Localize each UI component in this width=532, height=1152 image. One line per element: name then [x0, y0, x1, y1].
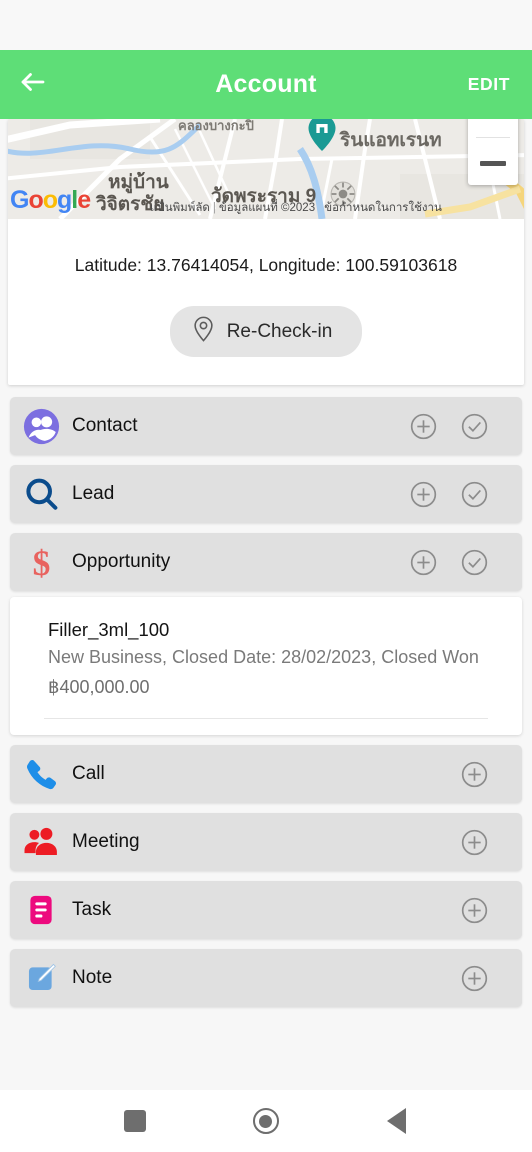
row-opportunity[interactable]: $ Opportunity [10, 533, 522, 591]
row-task[interactable]: Task [10, 881, 522, 940]
magnifier-search-icon [10, 476, 72, 513]
back-nav-button[interactable] [367, 1090, 427, 1152]
plus-circle-icon[interactable] [461, 897, 488, 924]
row-contact[interactable]: Contact [10, 397, 522, 455]
row-label: Task [72, 899, 112, 921]
zoom-divider [476, 137, 510, 138]
minus-icon[interactable] [480, 161, 506, 166]
opportunity-detail-content: Filler_3ml_100 New Business, Closed Date… [10, 619, 522, 698]
opportunity-amount: ฿400,000.00 [48, 677, 150, 698]
check-circle-icon[interactable] [461, 481, 488, 508]
plus-circle-icon[interactable] [461, 965, 488, 992]
square-recents-icon [124, 1110, 147, 1132]
home-button[interactable] [236, 1090, 296, 1152]
recheckin-row: Re-Check-in [8, 306, 524, 385]
keyboard-shortcuts-link[interactable]: แป้นพิมพ์ลัด [150, 202, 210, 214]
plus-circle-icon[interactable] [461, 829, 488, 856]
scroll-content: หมู่บ้าน วิจิตรชัย วัดพระราม 9 คลองบางกะ… [0, 119, 532, 1090]
task-document-icon [10, 893, 72, 927]
row-actions [461, 965, 488, 992]
row-actions [410, 413, 488, 440]
map-zoom-control[interactable] [468, 119, 518, 185]
row-meeting[interactable]: Meeting [10, 813, 522, 872]
dollar-sign-icon: $ [10, 544, 72, 581]
svg-text:$: $ [32, 544, 50, 581]
row-call[interactable]: Call [10, 745, 522, 804]
arrow-left-icon [18, 67, 48, 102]
row-label: Meeting [72, 831, 140, 853]
check-circle-icon[interactable] [461, 549, 488, 576]
row-label: Note [72, 967, 113, 989]
recheckin-button[interactable]: Re-Check-in [169, 306, 363, 357]
android-navigation-bar [0, 1090, 532, 1152]
status-bar [0, 0, 532, 50]
map-pin-icon [192, 316, 215, 347]
recents-button[interactable] [105, 1090, 165, 1152]
map-attribution: แป้นพิมพ์ลัด | ข้อมูลแผนที่ ©2023 ข้อกำหนด… [150, 202, 442, 214]
map-view[interactable]: หมู่บ้าน วิจิตรชัย วัดพระราม 9 คลองบางกะ… [8, 119, 524, 219]
people-group-icon [10, 824, 72, 860]
recheckin-label: Re-Check-in [226, 320, 333, 342]
coordinates-text: Latitude: 13.76414054, Longitude: 100.59… [74, 255, 458, 275]
terms-link[interactable]: ข้อกำหนดในการใช้งาน [324, 202, 442, 214]
row-actions [410, 549, 488, 576]
contacts-people-circle-icon [10, 408, 72, 445]
check-circle-icon[interactable] [461, 413, 488, 440]
note-pencil-icon [10, 961, 72, 995]
plus-circle-icon[interactable] [410, 481, 437, 508]
opportunity-detail-card[interactable]: Filler_3ml_100 New Business, Closed Date… [10, 597, 522, 736]
row-label: Call [72, 763, 105, 785]
plus-circle-icon[interactable] [461, 761, 488, 788]
triangle-back-icon [387, 1108, 407, 1134]
row-lead[interactable]: Lead [10, 465, 522, 523]
app-screen: Account EDIT หมู่บ้าน วิจิตรชัย วัดพระรา… [0, 0, 532, 1152]
row-actions [461, 829, 488, 856]
row-label: Contact [72, 415, 138, 436]
back-button[interactable] [0, 50, 66, 119]
phone-icon [10, 757, 72, 792]
location-card: หมู่บ้าน วิจิตรชัย วัดพระราม 9 คลองบางกะ… [8, 119, 524, 385]
detail-spacer [10, 719, 522, 735]
app-bar: Account EDIT [0, 50, 532, 119]
map-data-text: ข้อมูลแผนที่ ©2023 [218, 202, 316, 214]
google-logo: Google [10, 186, 91, 214]
circle-home-icon [252, 1108, 279, 1134]
plus-circle-icon[interactable] [410, 413, 437, 440]
row-actions [410, 481, 488, 508]
row-label: Lead [72, 483, 115, 504]
row-actions [461, 761, 488, 788]
opportunity-meta: New Business, Closed Date: 28/02/2023, C… [48, 647, 479, 667]
opportunity-name: Filler_3ml_100 [48, 619, 170, 640]
edit-button[interactable]: EDIT [468, 74, 510, 95]
plus-circle-icon[interactable] [410, 549, 437, 576]
page-title: Account [215, 70, 317, 98]
row-actions [461, 897, 488, 924]
module-rows: Contact Lead $ Opportunity Filler_3ml_10… [0, 385, 532, 1008]
row-label: Opportunity [72, 551, 171, 572]
row-note[interactable]: Note [10, 949, 522, 1008]
